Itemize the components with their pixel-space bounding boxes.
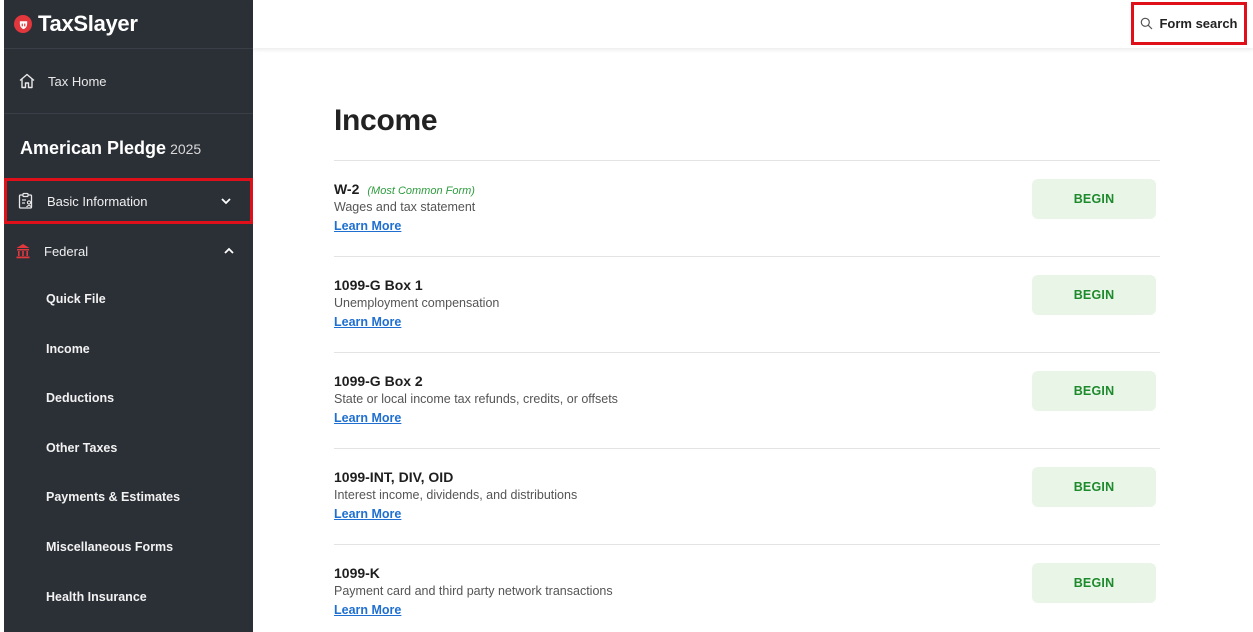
basic-information-label: Basic Information: [47, 193, 148, 209]
home-icon: [19, 73, 35, 89]
form-name: W-2 (Most Common Form): [334, 181, 475, 197]
learn-more-link[interactable]: Learn More: [334, 411, 401, 425]
capitol-building-icon: [16, 244, 30, 259]
divider: [334, 352, 1160, 353]
tax-home-label: Tax Home: [48, 73, 107, 89]
form-row-w2: W-2 (Most Common Form) Wages and tax stat…: [334, 179, 1160, 277]
sidebar-item-income[interactable]: Income: [4, 324, 253, 373]
learn-more-link[interactable]: Learn More: [334, 603, 401, 617]
divider: [334, 160, 1160, 161]
most-common-tag: (Most Common Form): [367, 185, 475, 197]
sidebar-item-health-insurance[interactable]: Health Insurance: [4, 572, 253, 621]
divider: [334, 544, 1160, 545]
form-search-button[interactable]: Form search: [1131, 2, 1247, 45]
form-description: Interest income, dividends, and distribu…: [334, 488, 578, 502]
form-row-1099-g-box-1: 1099-G Box 1 Unemployment compensation L…: [334, 275, 1160, 373]
learn-more-link[interactable]: Learn More: [334, 219, 401, 233]
brand-header[interactable]: TaxSlayer: [4, 0, 253, 48]
sidebar-item-other-taxes[interactable]: Other Taxes: [4, 423, 253, 472]
form-row-1099-k: 1099-K Payment card and third party netw…: [334, 563, 1160, 632]
begin-button[interactable]: BEGIN: [1032, 563, 1156, 603]
form-description: Payment card and third party network tra…: [334, 584, 613, 598]
sidebar-item-federal[interactable]: Federal: [4, 228, 253, 274]
form-row-1099-g-box-2: 1099-G Box 2 State or local income tax r…: [334, 371, 1160, 469]
federal-label: Federal: [44, 243, 89, 259]
return-year: 2025: [170, 141, 202, 157]
sidebar-item-payments-estimates[interactable]: Payments & Estimates: [4, 472, 253, 521]
sidebar-item-miscellaneous-forms[interactable]: Miscellaneous Forms: [4, 522, 253, 571]
form-name: 1099-G Box 1: [334, 277, 423, 293]
begin-button[interactable]: BEGIN: [1032, 371, 1156, 411]
page-title: Income: [334, 104, 438, 137]
form-name: 1099-G Box 2: [334, 373, 423, 389]
sidebar-item-deductions[interactable]: Deductions: [4, 373, 253, 422]
form-name: 1099-INT, DIV, OID: [334, 469, 454, 485]
form-description: Wages and tax statement: [334, 200, 476, 214]
begin-button[interactable]: BEGIN: [1032, 179, 1156, 219]
sidebar-item-quick-file[interactable]: Quick File: [4, 274, 253, 323]
return-name: American Pledge: [20, 138, 167, 158]
sidebar: TaxSlayer Tax Home American Pledge 2025 B…: [4, 0, 253, 632]
learn-more-link[interactable]: Learn More: [334, 315, 401, 329]
brand-name: TaxSlayer: [38, 11, 138, 36]
tax-home-link[interactable]: Tax Home: [4, 48, 253, 114]
form-description: State or local income tax refunds, credi…: [334, 392, 618, 406]
divider: [334, 448, 1160, 449]
form-code: W-2: [334, 181, 360, 197]
sidebar-item-basic-information[interactable]: Basic Information: [4, 178, 253, 224]
return-title: American Pledge 2025: [4, 114, 253, 176]
chevron-up-icon: [224, 247, 234, 254]
clipboard-person-icon: [18, 192, 33, 209]
form-description: Unemployment compensation: [334, 296, 500, 310]
search-icon: [1141, 17, 1153, 30]
top-bar: Form search: [253, 0, 1253, 48]
form-name: 1099-K: [334, 565, 380, 581]
chevron-down-icon: [221, 198, 231, 205]
learn-more-link[interactable]: Learn More: [334, 507, 401, 521]
begin-button[interactable]: BEGIN: [1032, 275, 1156, 315]
form-search-label: Form search: [1159, 16, 1238, 31]
taxslayer-logo-icon: [14, 15, 32, 33]
divider: [334, 256, 1160, 257]
form-row-1099-int-div-oid: 1099-INT, DIV, OID Interest income, divi…: [334, 467, 1160, 565]
begin-button[interactable]: BEGIN: [1032, 467, 1156, 507]
